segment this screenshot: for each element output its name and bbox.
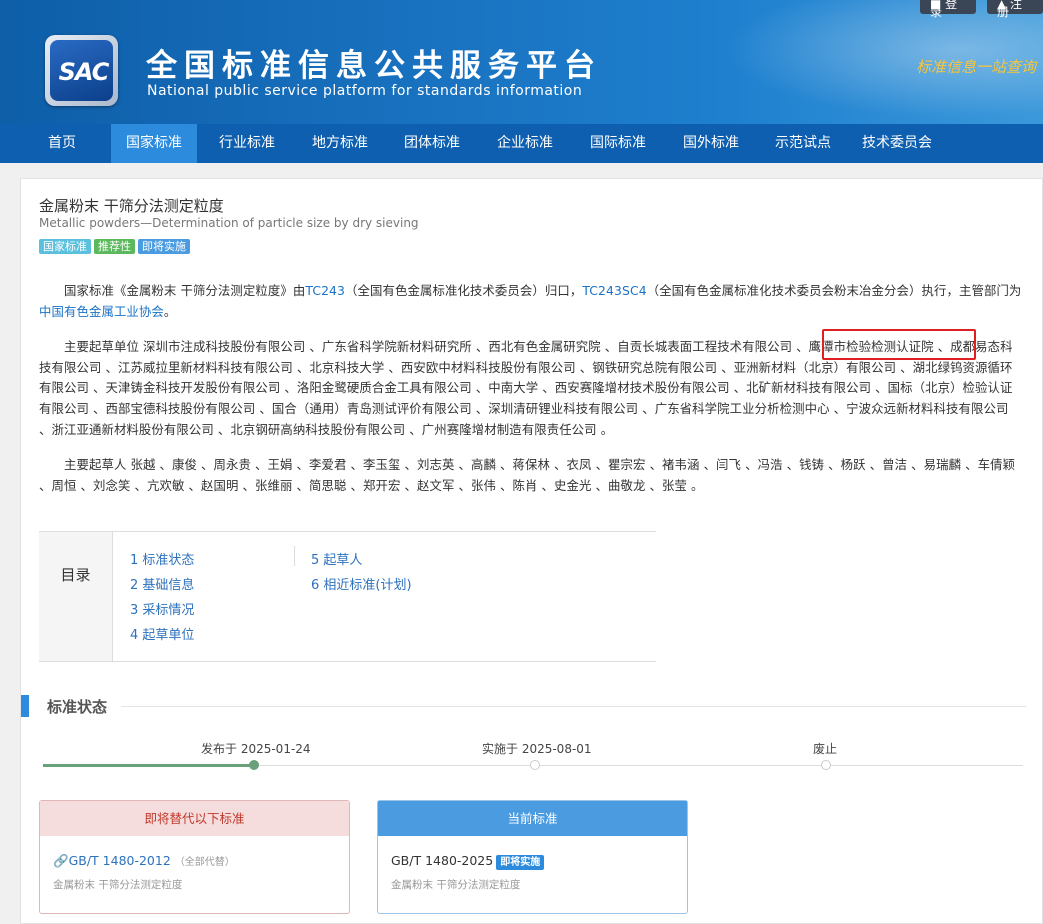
section-title: 标准状态 (47, 698, 108, 716)
timeline-published-label: 发布于 2025-01-24 (201, 742, 311, 756)
tc243sc4-link[interactable]: TC243SC4 (582, 283, 646, 298)
timeline-abolished-label: 废止 (813, 742, 838, 756)
toc-item-drafting-units[interactable]: 4 起草单位 (130, 624, 194, 643)
nav-industry-standards[interactable]: 行业标准 (205, 124, 289, 163)
main-nav: 首页 国家标准 行业标准 地方标准 团体标准 企业标准 国际标准 国外标准 示范… (0, 124, 1043, 163)
drafters-paragraph: 主要起草人 张越 、康俊 、周永贵 、王娟 、李爱君 、李玉玺 、刘志英 、高麟… (39, 455, 1022, 496)
current-card-header: 当前标准 (378, 801, 687, 836)
nav-foreign-standards[interactable]: 国外标准 (669, 124, 753, 163)
current-status-badge: 即将实施 (496, 855, 545, 870)
header-slogan: 标准信息一站查询 (916, 58, 1037, 76)
site-header: SAC 全国标准信息公共服务平台 National public service… (0, 0, 1043, 124)
toc-label: 目录 (39, 532, 113, 661)
replaced-standard-desc: 金属粉末 干筛分法测定粒度 (53, 879, 183, 891)
intro-text-1: 国家标准《金属粉末 干筛分法测定粒度》由 (64, 283, 306, 298)
nav-national-standards[interactable]: 国家标准 (111, 124, 197, 163)
current-standard-row: GB/T 1480-2025 即将实施 (391, 853, 545, 870)
login-button[interactable]: ■ 登录 (920, 0, 976, 18)
logo-badge: SAC (50, 40, 113, 101)
timeline-abolished-dot (821, 760, 831, 770)
toc-item-drafters[interactable]: 5 起草人 (311, 549, 362, 568)
toc-item-basic-info[interactable]: 2 基础信息 (130, 574, 194, 593)
section-accent-bar (21, 695, 29, 717)
intro-text-3: （全国有色金属标准化技术委员会粉末冶金分会）执行，主管部门为 (646, 283, 1022, 298)
standard-detail-panel: 金属粉末 干筛分法测定粒度 Metallic powders—Determina… (20, 178, 1043, 924)
nav-international-standards[interactable]: 国际标准 (576, 124, 660, 163)
nav-demo-pilot[interactable]: 示范试点 (761, 124, 845, 163)
replaced-card-header: 即将替代以下标准 (40, 801, 349, 836)
section-divider (121, 706, 1026, 707)
replaced-standard-card: 即将替代以下标准 🔗GB/T 1480-2012 （全部代替） 金属粉末 干筛分… (39, 800, 350, 914)
link-icon: 🔗 (53, 853, 69, 868)
replaced-standard-code: GB/T 1480-2012 (68, 853, 171, 868)
drafters-text: 张越 、康俊 、周永贵 、王娟 、李爱君 、李玉玺 、刘志英 、高麟 、蒋保林 … (39, 457, 1016, 493)
table-of-contents: 目录 1 标准状态 2 基础信息 3 采标情况 4 起草单位 5 起草人 6 相… (39, 531, 656, 662)
nav-home[interactable]: 首页 (30, 124, 94, 163)
highlight-box (822, 329, 976, 360)
tag-recommended: 推荐性 (94, 239, 135, 254)
standard-tags: 国家标准 推荐性 即将实施 (39, 235, 193, 254)
intro-paragraph: 国家标准《金属粉末 干筛分法测定粒度》由TC243（全国有色金属标准化技术委员会… (39, 281, 1022, 322)
department-link[interactable]: 中国有色金属工业协会 (39, 304, 164, 319)
drafters-label: 主要起草人 (64, 457, 127, 472)
current-standard-card: 当前标准 GB/T 1480-2025 即将实施 金属粉末 干筛分法测定粒度 (377, 800, 688, 914)
toc-item-similar-standards[interactable]: 6 相近标准(计划) (311, 574, 412, 593)
nav-group-standards[interactable]: 团体标准 (390, 124, 474, 163)
drafting-units-label: 主要起草单位 (64, 339, 139, 354)
tag-national-standard: 国家标准 (39, 239, 91, 254)
current-standard-desc: 金属粉末 干筛分法测定粒度 (391, 879, 521, 891)
current-standard-code: GB/T 1480-2025 (391, 853, 494, 868)
nav-technical-committee[interactable]: 技术委员会 (852, 124, 942, 163)
logo-text: SAC (58, 58, 110, 86)
intro-text-2: （全国有色金属标准化技术委员会）归口， (345, 283, 583, 298)
toc-divider (294, 546, 295, 566)
sac-logo[interactable]: SAC (45, 35, 118, 106)
nav-enterprise-standards[interactable]: 企业标准 (483, 124, 567, 163)
nav-local-standards[interactable]: 地方标准 (298, 124, 382, 163)
toc-item-status[interactable]: 1 标准状态 (130, 549, 194, 568)
replaced-note: （全部代替） (174, 857, 235, 868)
timeline-effective-label: 实施于 2025-08-01 (482, 742, 592, 756)
toc-item-adoption[interactable]: 3 采标情况 (130, 599, 194, 618)
site-subtitle: National public service platform for sta… (147, 83, 583, 99)
replaced-standard-link[interactable]: 🔗GB/T 1480-2012 （全部代替） (53, 853, 235, 869)
timeline-effective-dot (530, 760, 540, 770)
tc243-link[interactable]: TC243 (305, 283, 345, 298)
standard-title-cn: 金属粉末 干筛分法测定粒度 (39, 197, 224, 215)
intro-text-4: 。 (163, 303, 177, 319)
timeline-progress (43, 764, 253, 767)
status-section-header: 标准状态 (21, 693, 1026, 719)
register-button[interactable]: ▲ 注册 (987, 0, 1043, 18)
standard-title-en: Metallic powders—Determination of partic… (39, 216, 419, 230)
timeline-published-dot (249, 760, 259, 770)
tag-upcoming: 即将实施 (138, 239, 190, 254)
site-title: 全国标准信息公共服务平台 (146, 48, 602, 84)
